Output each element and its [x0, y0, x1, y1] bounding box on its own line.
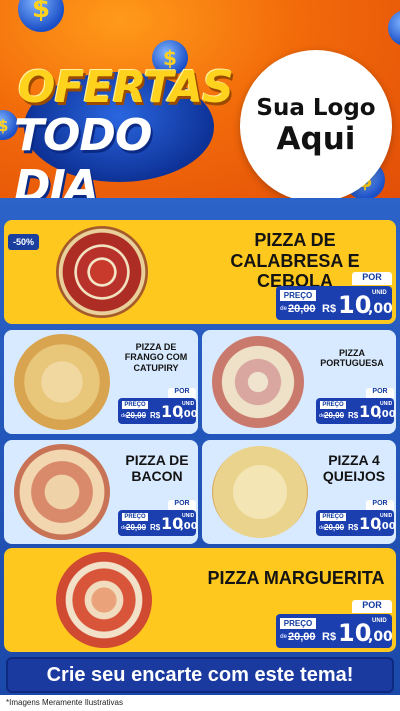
- product-name: PIZZA PORTUGUESA: [320, 348, 384, 369]
- logo-line-1: Sua Logo: [256, 95, 376, 121]
- product-name: PIZZA DE BACON: [125, 452, 189, 485]
- price-tag: POR PREÇO de 20,00 R$ 10 ,00 UNID: [118, 388, 198, 424]
- title-line-1: OFERTAS: [18, 62, 234, 113]
- title-line-2: TODO DIA: [14, 110, 152, 200]
- price-tag: POR PREÇO de 20,00 R$ 10 ,00 UNID: [276, 600, 393, 648]
- price-tag: POR PREÇO de 20,00 R$ 10 ,00 UNID: [316, 388, 396, 424]
- pizza-portuguesa-image: [212, 336, 304, 428]
- cta-button[interactable]: Crie seu encarte com este tema!: [6, 657, 394, 693]
- discount-badge: -50%: [8, 234, 40, 250]
- product-card-portuguesa: PIZZA PORTUGUESA POR PREÇO de 20,00 R$ 1…: [202, 330, 396, 434]
- price-tag: POR PREÇO de 20,00 R$ 10 ,00 UNID: [118, 500, 198, 536]
- offer-title: OFERTAS TODO DIA: [8, 58, 234, 200]
- product-name: PIZZA MARGUERITA: [207, 568, 385, 588]
- coin-icon: $: [388, 10, 400, 46]
- logo-placeholder: Sua Logo Aqui: [240, 50, 392, 202]
- product-name: PIZZA 4 QUEIJOS: [322, 452, 386, 485]
- pizza-calabresa-image: [56, 226, 148, 318]
- pizza-4-queijos-image: [212, 446, 308, 538]
- product-name: PIZZA DE FRANGO COM CATUPIRY: [124, 342, 188, 373]
- footnote: *Imagens Meramente Ilustrativas: [0, 695, 400, 711]
- product-card-bacon: PIZZA DE BACON POR PREÇO de 20,00 R$ 10 …: [4, 440, 198, 544]
- pizza-bacon-image: [14, 444, 110, 540]
- product-card-4-queijos: PIZZA 4 QUEIJOS POR PREÇO de 20,00 R$ 10…: [202, 440, 396, 544]
- price-tag: POR PREÇO de 20,00 R$ 10 ,00 UNID: [276, 272, 393, 320]
- product-card-marguerita: PIZZA MARGUERITA POR PREÇO de 20,00 R$ 1…: [4, 548, 396, 652]
- price-tag: POR PREÇO de 20,00 R$ 10 ,00 UNID: [316, 500, 396, 536]
- logo-line-2: Aqui: [276, 121, 356, 157]
- coin-icon: $: [18, 0, 64, 32]
- pizza-frango-image: [14, 334, 110, 430]
- product-card-frango: PIZZA DE FRANGO COM CATUPIRY POR PREÇO d…: [4, 330, 198, 434]
- pizza-marguerita-image: [56, 552, 152, 648]
- product-card-calabresa: -50% PIZZA DE CALABRESA E CEBOLA POR PRE…: [4, 220, 396, 324]
